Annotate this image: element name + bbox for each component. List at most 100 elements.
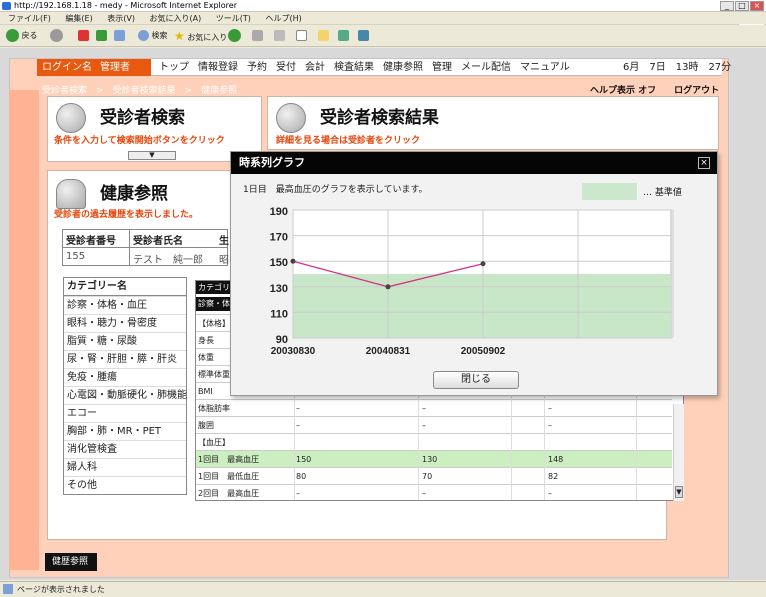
magnifier-plus-icon [276, 103, 306, 133]
timeseries-dialog: 時系列グラフ × 1日目 最高血圧のグラフを表示しています。 … 基準値 190… [230, 151, 718, 396]
table-row: 1回目 最低血圧 80 70 82 [196, 467, 672, 484]
ie-icon [2, 2, 11, 10]
row-label: 【血圧】 [198, 438, 230, 447]
history-button[interactable] [228, 28, 241, 44]
row-value: – [548, 421, 552, 430]
patient-dob-header: 生 [219, 236, 229, 247]
scroll-down-icon[interactable]: ▼ [675, 486, 683, 498]
menu-favorites[interactable]: お気に入り(A) [150, 14, 202, 23]
research-icon [358, 30, 369, 41]
stop-icon [78, 30, 89, 41]
home-icon [114, 30, 125, 41]
patient-info-table: 受診者番号 受診者氏名 生 155 テスト 純一郎 昭 [62, 229, 229, 266]
row-label: 【体格】 [198, 319, 230, 328]
back-button[interactable]: 戻る [6, 28, 38, 44]
row-label: 2回目 最高血圧 [198, 489, 260, 498]
category-item[interactable]: 眼科・聴力・骨密度 [64, 314, 186, 332]
dialog-message: 1日目 最高血圧のグラフを表示しています。 [243, 185, 428, 195]
nav-admin[interactable]: 管理 [432, 62, 452, 73]
patient-id[interactable]: 155 [66, 251, 85, 262]
patient-name[interactable]: テスト 純一郎 [133, 251, 203, 266]
patient-id-header: 受診者番号 [66, 236, 116, 247]
forward-button[interactable] [50, 28, 63, 44]
history-panel-title: 健康参照 [100, 184, 168, 204]
patient-name-header: 受診者氏名 [133, 236, 183, 247]
category-item[interactable]: 診察・体格・血圧 [64, 296, 186, 314]
menu-help[interactable]: ヘルプ(H) [265, 14, 301, 23]
main-nav: ログイン名 管理者 トップ 情報登録 予約 受付 会計 検査結果 健康参照 管理 メール配信 マニュ… [37, 59, 731, 76]
favorites-button[interactable]: ★ お気に入り [174, 28, 227, 44]
row-label: 1回目 最低血圧 [198, 472, 260, 481]
reference-band [293, 274, 671, 338]
category-item[interactable]: 脂質・糖・尿酸 [64, 332, 186, 350]
login-user: 管理者 [100, 62, 130, 73]
window-title-bar: http://192.168.1.18 - medy - Microsoft I… [0, 0, 766, 12]
menu-view[interactable]: 表示(V) [107, 14, 135, 23]
nav-results[interactable]: 検査結果 [334, 62, 374, 73]
edit-button[interactable] [296, 28, 307, 44]
data-point [385, 284, 391, 290]
star-icon: ★ [174, 29, 185, 43]
menu-file[interactable]: ファイル(F) [8, 14, 51, 23]
research-button[interactable] [358, 28, 369, 44]
datetime: 6月 7日 13時 27分 [623, 62, 732, 73]
row-value: – [296, 404, 300, 413]
table-scrollbar[interactable]: ▼ [673, 404, 684, 501]
category-item[interactable]: その他 [64, 476, 186, 494]
discuss-button[interactable] [318, 28, 329, 44]
minimize-button[interactable]: _ [720, 1, 734, 11]
search-panel-subtitle: 条件を入力して検索開始ボタンをクリック [54, 136, 225, 146]
row-label: 標準体重 [198, 370, 230, 379]
y-tick-label: 170 [270, 232, 288, 244]
messenger-button[interactable] [338, 28, 349, 44]
x-tick-label: 20050902 [461, 346, 506, 357]
nav-top[interactable]: トップ [159, 62, 189, 73]
y-tick-label: 130 [270, 283, 288, 295]
stop-button[interactable] [78, 28, 89, 44]
nav-reception[interactable]: 受付 [276, 62, 296, 73]
category-item[interactable]: 免疫・腫瘍 [64, 368, 186, 386]
category-item[interactable]: 胸部・肺・MR・PET [64, 422, 186, 440]
print-button[interactable] [274, 28, 285, 44]
category-item[interactable]: エコー [64, 404, 186, 422]
expand-toggle-button[interactable]: ▼ [128, 151, 176, 160]
dialog-close-button[interactable]: 閉じる [433, 371, 519, 389]
maximize-button[interactable]: □ [735, 1, 749, 11]
search-button[interactable]: 検索 [138, 28, 168, 44]
dialog-close-icon[interactable]: × [698, 157, 710, 169]
bottom-nav-tab[interactable]: 健歴参照 [45, 553, 97, 571]
back-arrow-icon [6, 29, 19, 42]
home-button[interactable] [114, 28, 125, 44]
help-logout-links[interactable]: ヘルプ表示 オフ ログアウト [590, 83, 719, 96]
category-item[interactable]: 消化管検査 [64, 440, 186, 458]
messenger-icon [338, 30, 349, 41]
category-item[interactable]: 尿・腎・肝胆・膵・肝炎 [64, 350, 186, 368]
browser-toolbar: 戻る 検索 ★ お気に入り [0, 25, 766, 47]
category-item[interactable]: 心電図・動脈硬化・肺機能 [64, 386, 187, 404]
nav-mail[interactable]: メール配信 [461, 62, 511, 73]
row-value: 150 [296, 455, 312, 464]
row-value: 130 [422, 455, 438, 464]
table-row: 腹囲 – – – [196, 416, 672, 433]
nav-manual[interactable]: マニュアル [520, 62, 570, 73]
mail-button[interactable] [252, 28, 263, 44]
nav-register[interactable]: 情報登録 [198, 62, 238, 73]
data-point [480, 261, 486, 267]
people-icon [56, 179, 86, 209]
breadcrumb[interactable]: 受診者検索 > 受診者検索結果 > 健康参照 [42, 83, 237, 96]
x-tick-label: 20030830 [271, 346, 316, 357]
login-indicator: ログイン名 管理者 [37, 59, 151, 76]
table-row: 1回目 最高血圧 150 130 148 [196, 450, 672, 467]
nav-reservation[interactable]: 予約 [247, 62, 267, 73]
refresh-button[interactable] [96, 28, 107, 44]
nav-accounting[interactable]: 会計 [305, 62, 325, 73]
nav-health-ref[interactable]: 健康参照 [383, 62, 423, 73]
menu-edit[interactable]: 編集(E) [65, 14, 92, 23]
data-point [290, 258, 296, 264]
row-label: 体脂肪率 [198, 404, 230, 413]
results-panel-subtitle: 詳細を見る場合は受診者をクリック [276, 136, 421, 146]
close-window-button[interactable]: × [750, 1, 764, 11]
row-value: – [548, 489, 552, 498]
menu-tools[interactable]: ツール(T) [216, 14, 251, 23]
category-item[interactable]: 婦人科 [64, 458, 186, 476]
